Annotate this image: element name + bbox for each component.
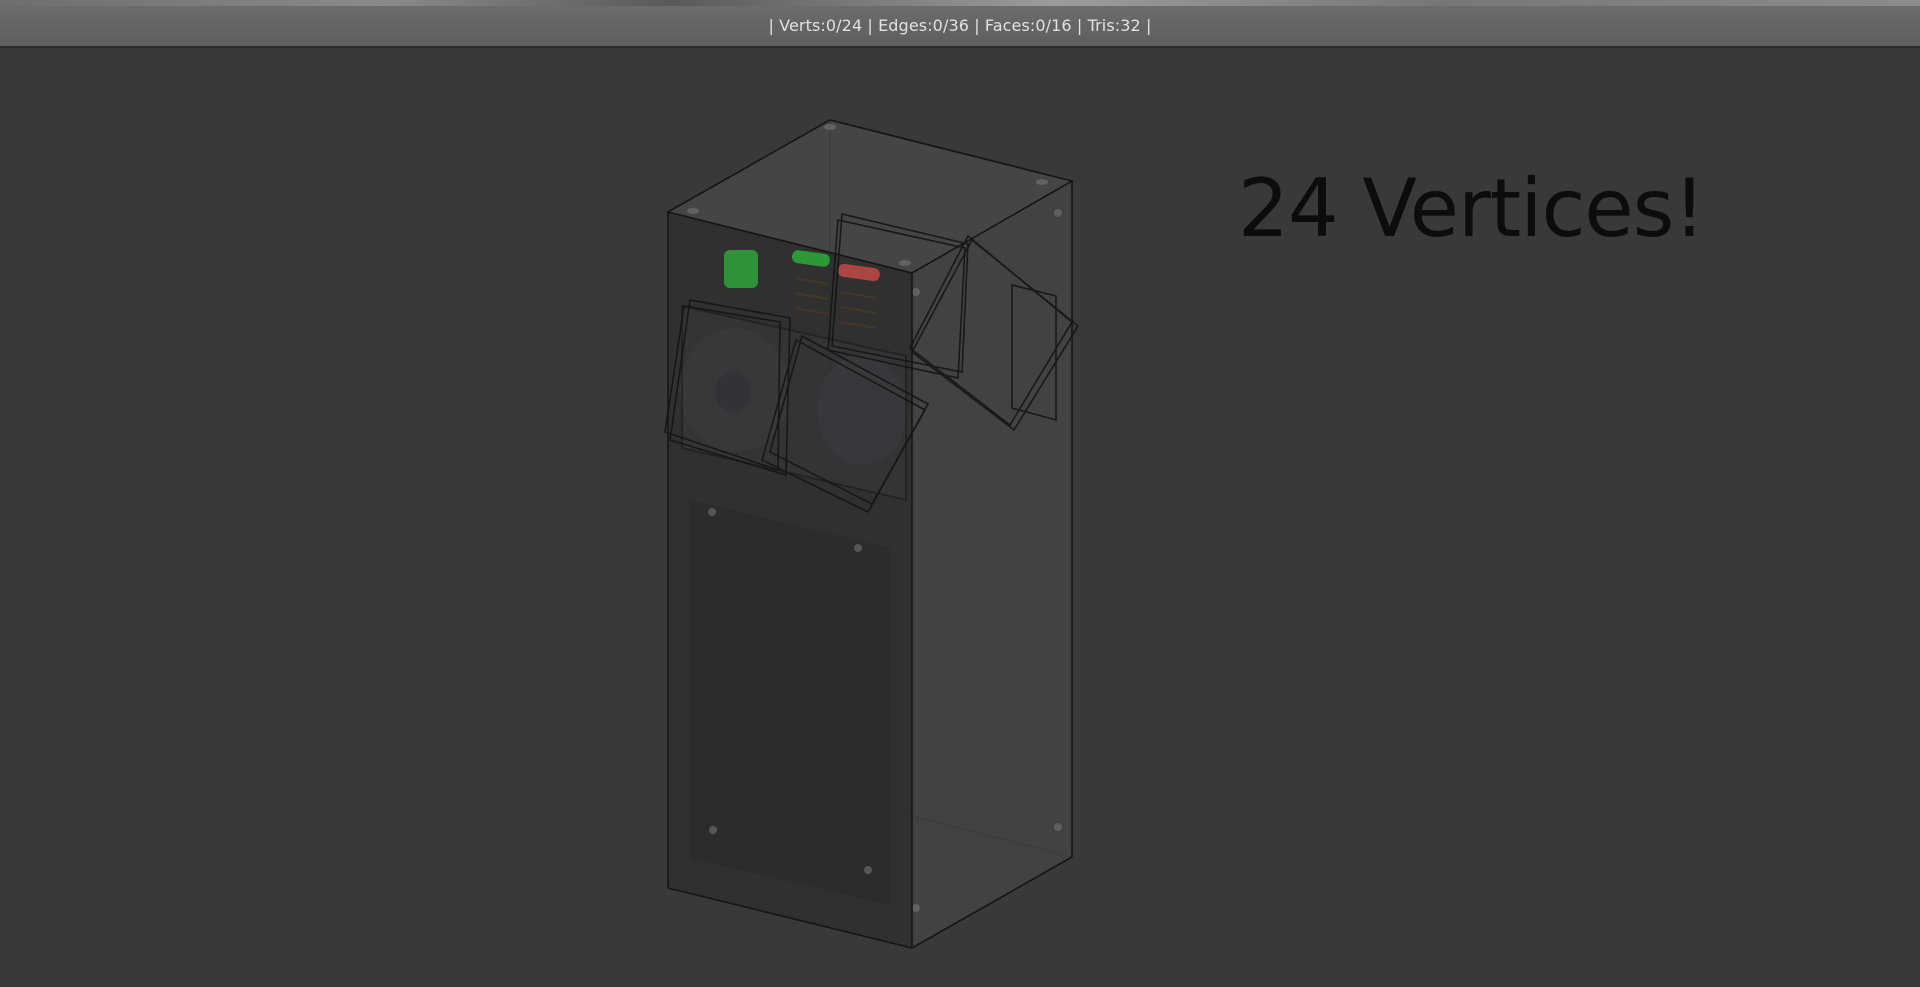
- viewport-header-bar: | Verts:0/24 | Edges:0/36 | Faces:0/16 |…: [0, 6, 1920, 48]
- mesh-stats-text: | Verts:0/24 | Edges:0/36 | Faces:0/16 |…: [768, 16, 1152, 35]
- cabinet-side-face: [912, 181, 1072, 948]
- cabinet-front-recess: [690, 500, 890, 905]
- power-indicator-icon: [724, 250, 758, 288]
- vertex-count-annotation: 24 Vertices!: [1238, 162, 1705, 255]
- 3d-viewport[interactable]: 24 Vertices!: [0, 50, 1920, 987]
